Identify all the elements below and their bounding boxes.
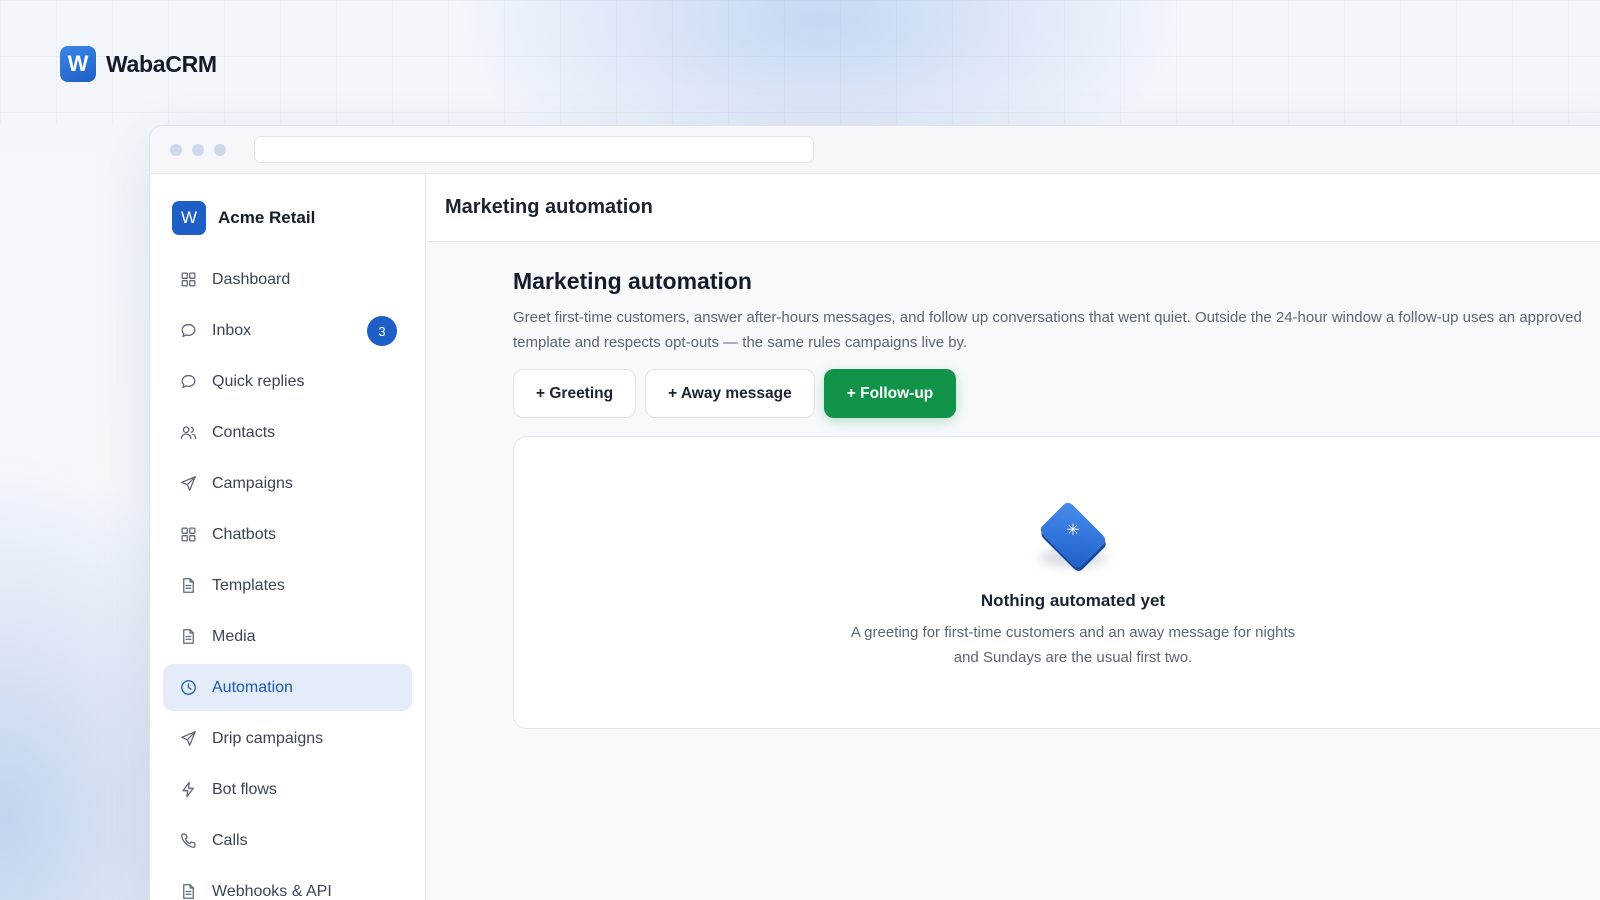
empty-state: ✳ Nothing automated yet A greeting for f… bbox=[513, 436, 1600, 729]
clock-icon bbox=[178, 678, 198, 698]
brand-logo-icon: W bbox=[60, 46, 96, 82]
sidebar-item-label: Templates bbox=[212, 576, 285, 594]
lightning-icon bbox=[178, 780, 198, 800]
sidebar-item-drip-campaigns[interactable]: Drip campaigns bbox=[163, 715, 412, 762]
sidebar-item-label: Media bbox=[212, 627, 256, 645]
document-icon bbox=[178, 882, 198, 900]
add-greeting-button[interactable]: + Greeting bbox=[513, 369, 637, 418]
empty-state-title: Nothing automated yet bbox=[980, 591, 1166, 610]
browser-chrome bbox=[150, 126, 1600, 174]
sidebar-item-chatbots[interactable]: Chatbots bbox=[163, 511, 412, 558]
window-controls bbox=[170, 143, 226, 156]
org-logo-icon: W bbox=[172, 201, 206, 235]
org-switcher[interactable]: W Acme Retail bbox=[150, 174, 425, 244]
sidebar-item-label: Automation bbox=[212, 678, 293, 696]
sidebar-item-label: Bot flows bbox=[212, 780, 277, 798]
grid-icon bbox=[178, 525, 198, 545]
sidebar-item-contacts[interactable]: Contacts bbox=[163, 409, 412, 456]
page-header-title: Marketing automation bbox=[445, 196, 653, 218]
brand: W WabaCRM bbox=[60, 46, 217, 82]
sidebar-item-inbox[interactable]: Inbox 3 bbox=[163, 307, 412, 354]
sidebar-item-templates[interactable]: Templates bbox=[163, 562, 412, 609]
window-dot-icon[interactable] bbox=[214, 143, 226, 156]
chat-bubble-icon bbox=[178, 321, 198, 341]
sidebar-item-label: Chatbots bbox=[212, 525, 277, 543]
phone-icon bbox=[178, 831, 198, 851]
grid-icon bbox=[178, 270, 198, 290]
sidebar-item-label: Drip campaigns bbox=[212, 729, 324, 747]
inbox-count-badge: 3 bbox=[367, 316, 397, 346]
sidebar-item-media[interactable]: Media bbox=[163, 613, 412, 660]
sidebar-nav: Dashboard Inbox 3 Quick replies Contacts… bbox=[150, 244, 425, 900]
document-icon bbox=[178, 576, 198, 596]
users-icon bbox=[178, 423, 198, 443]
sidebar-item-label: Dashboard bbox=[212, 270, 291, 288]
sidebar-item-label: Quick replies bbox=[212, 372, 305, 390]
content: Marketing automation Greet first-time cu… bbox=[427, 242, 1600, 729]
sidebar: W Acme Retail Dashboard Inbox 3 Quick re… bbox=[150, 174, 426, 900]
sidebar-item-webhooks-api[interactable]: Webhooks & API bbox=[163, 868, 412, 900]
automation-actions: + Greeting + Away message + Follow-up bbox=[513, 369, 1600, 418]
sidebar-item-calls[interactable]: Calls bbox=[163, 817, 412, 864]
main-area: Marketing automation Marketing automatio… bbox=[427, 174, 1600, 900]
sidebar-item-dashboard[interactable]: Dashboard bbox=[163, 256, 412, 303]
document-icon bbox=[178, 627, 198, 647]
brand-name: WabaCRM bbox=[106, 50, 217, 77]
sidebar-item-label: Contacts bbox=[212, 423, 276, 441]
sidebar-item-automation[interactable]: Automation bbox=[163, 664, 412, 711]
chat-bubble-icon bbox=[178, 372, 198, 392]
page-title: Marketing automation bbox=[513, 268, 752, 294]
sidebar-item-campaigns[interactable]: Campaigns bbox=[163, 460, 412, 507]
background-grid bbox=[0, 0, 1600, 125]
send-icon bbox=[178, 474, 198, 494]
org-name: Acme Retail bbox=[218, 208, 316, 227]
browser-window: W Acme Retail Dashboard Inbox 3 Quick re… bbox=[149, 125, 1600, 900]
window-dot-icon[interactable] bbox=[192, 143, 204, 156]
sidebar-item-label: Calls bbox=[212, 831, 248, 849]
add-follow-up-button[interactable]: + Follow-up bbox=[823, 369, 957, 418]
sidebar-item-label: Campaigns bbox=[212, 474, 293, 492]
sidebar-item-bot-flows[interactable]: Bot flows bbox=[163, 766, 412, 813]
automation-cube-icon: ✳ bbox=[1031, 500, 1115, 570]
sidebar-item-quick-replies[interactable]: Quick replies bbox=[163, 358, 412, 405]
sidebar-item-label: Webhooks & API bbox=[212, 882, 332, 900]
topbar: Marketing automation bbox=[427, 174, 1600, 242]
sidebar-item-label: Inbox bbox=[212, 321, 252, 339]
page-description: Greet first-time customers, answer after… bbox=[513, 309, 1582, 351]
window-dot-icon[interactable] bbox=[170, 143, 182, 156]
empty-state-text: A greeting for first-time customers and … bbox=[850, 624, 1296, 666]
address-bar[interactable] bbox=[254, 136, 814, 163]
add-away-message-button[interactable]: + Away message bbox=[645, 369, 815, 418]
send-icon bbox=[178, 729, 198, 749]
